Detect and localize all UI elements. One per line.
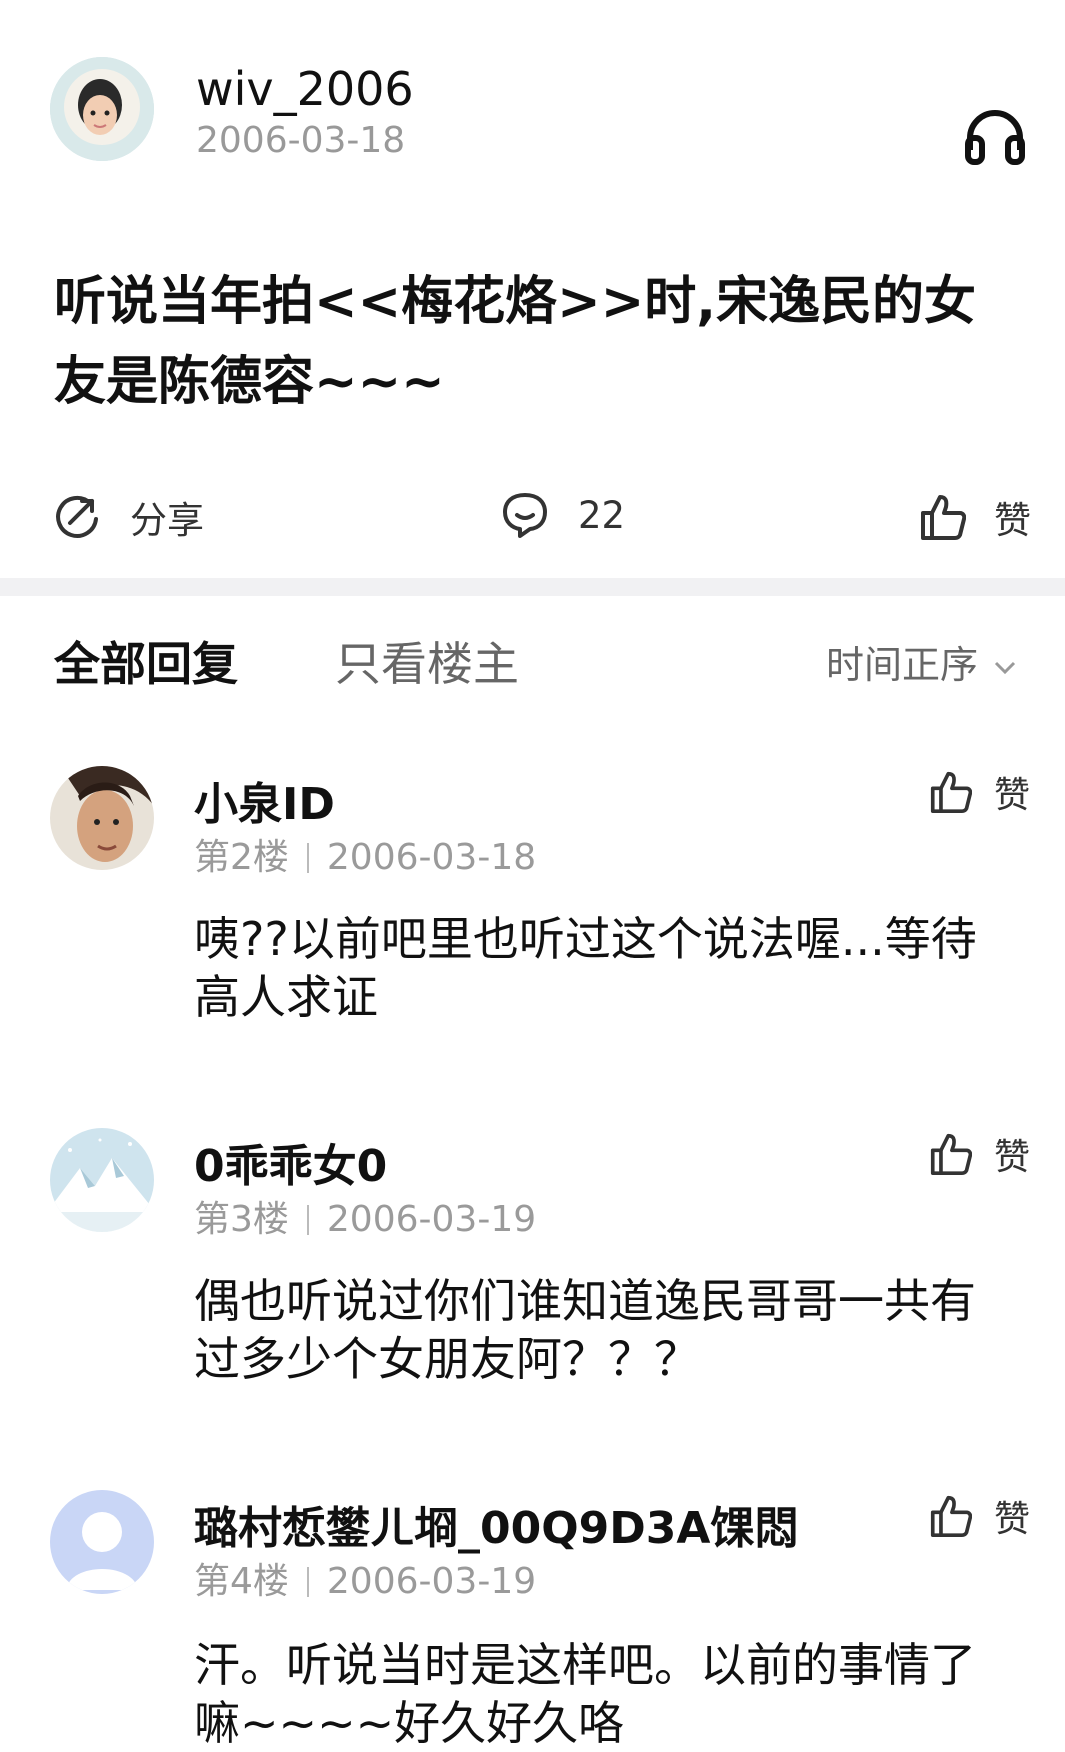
sort-dropdown[interactable]: 时间正序: [826, 634, 1020, 689]
like-post-button[interactable]: 赞: [920, 490, 1031, 544]
reply-avatar[interactable]: [50, 1128, 154, 1232]
reply-like-button[interactable]: 赞: [930, 1128, 1030, 1180]
post-title: 听说当年拍<<梅花烙>>时,宋逸民的女友是陈德容~~~: [54, 272, 977, 412]
comment-count: 22: [578, 493, 626, 537]
reply-username[interactable]: 璐村惁鐢ㄦ埛_00Q9D3A馃悶: [194, 1492, 798, 1556]
post-date: 2006-03-18: [196, 120, 406, 161]
section-divider: [0, 578, 1065, 596]
reply-text: 咦??以前吧里也听过这个说法喔...等待高人求证: [194, 912, 977, 1024]
share-button[interactable]: 分享: [54, 490, 204, 544]
share-icon: [56, 495, 98, 538]
reply-like-button[interactable]: 赞: [930, 766, 1030, 818]
share-label: 分享: [130, 499, 204, 542]
reply-date: 2006-03-18: [326, 837, 537, 878]
reply-floor: 第4楼: [194, 1561, 289, 1602]
reply-date: 2006-03-19: [326, 1199, 537, 1240]
headphone-icon[interactable]: [962, 104, 1028, 166]
reply-meta: 第2楼 2006-03-18: [194, 828, 536, 880]
reply-meta: 第3楼 2006-03-19: [194, 1190, 536, 1242]
reply-avatar[interactable]: [50, 766, 154, 870]
reply-username[interactable]: 0乖乖女0: [194, 1130, 387, 1194]
tab-only-host[interactable]: 只看楼主: [335, 628, 519, 694]
reply-like-label: 赞: [994, 775, 1031, 816]
thumbs-up-icon: [921, 495, 966, 540]
like-label: 赞: [994, 499, 1031, 542]
reply-floor: 第2楼: [194, 837, 289, 878]
reply-date: 2006-03-19: [326, 1561, 537, 1602]
comment-icon: [503, 493, 547, 538]
reply-like-label: 赞: [994, 1499, 1031, 1540]
poster-avatar[interactable]: [50, 57, 154, 161]
reply-text: 汗。听说当时是这样吧。以前的事情了嘛~~~~好久好久咯: [194, 1638, 976, 1750]
thumbs-up-icon: [930, 771, 972, 813]
reply-avatar[interactable]: [50, 1490, 154, 1594]
reply-meta: 第4楼 2006-03-19: [194, 1552, 536, 1604]
chevron-down-icon: [994, 661, 1016, 674]
reply-floor: 第3楼: [194, 1199, 289, 1240]
poster-username[interactable]: wiv_2006: [196, 62, 414, 116]
tab-all-replies[interactable]: 全部回复: [54, 628, 238, 694]
reply-like-button[interactable]: 赞: [930, 1490, 1030, 1542]
thumbs-up-icon: [930, 1495, 972, 1538]
reply-like-label: 赞: [994, 1137, 1031, 1178]
reply-text: 偶也听说过你们谁知道逸民哥哥一共有过多少个女朋友阿？？？: [194, 1274, 976, 1386]
reply-username[interactable]: 小泉ID: [194, 768, 335, 832]
thumbs-up-icon: [930, 1133, 972, 1176]
sort-label: 时间正序: [826, 643, 979, 687]
comment-button[interactable]: 22: [500, 490, 625, 540]
